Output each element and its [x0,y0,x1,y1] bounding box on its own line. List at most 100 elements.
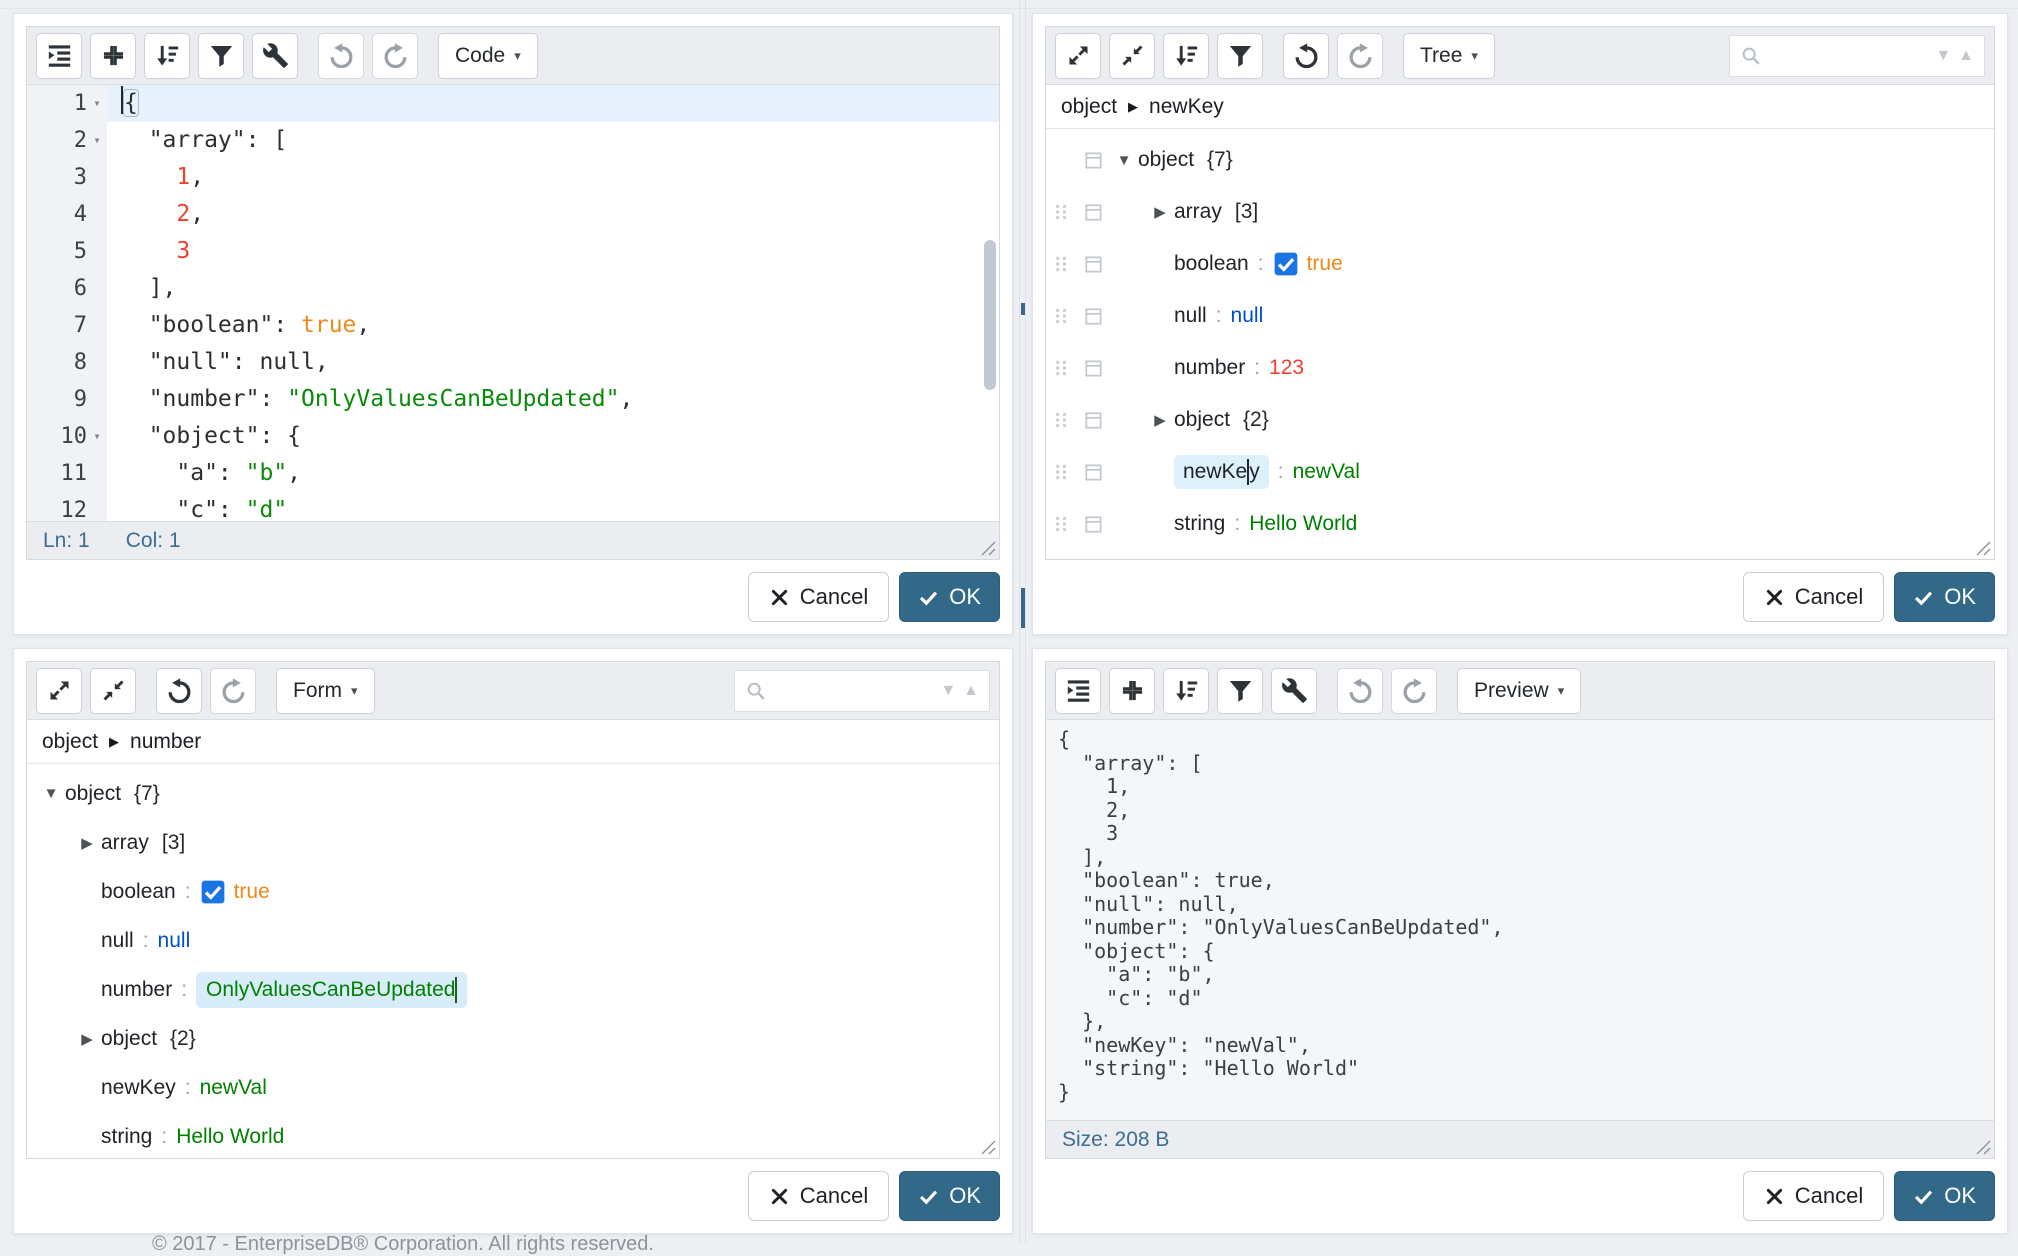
resize-handle-icon[interactable] [1976,1140,1991,1155]
field-label[interactable]: object [1174,408,1230,432]
field-label[interactable]: boolean [1174,252,1249,276]
filter-button[interactable] [198,33,244,79]
drag-handle-icon[interactable] [1046,513,1076,535]
field-label[interactable]: null [1174,304,1207,328]
breadcrumb-item[interactable]: newKey [1149,95,1224,119]
expander-icon[interactable]: ▶ [1146,203,1174,221]
row-menu-icon[interactable] [1076,357,1110,380]
field-label[interactable]: string [1174,512,1225,536]
cancel-button[interactable]: Cancel [1743,572,1884,622]
value[interactable]: 123 [1269,356,1304,380]
search-next-icon[interactable]: ▼ [940,682,956,700]
collapse-all-button[interactable] [1109,33,1155,79]
mode-dropdown[interactable]: Form▾ [276,668,375,714]
expander-icon[interactable]: ▶ [1146,411,1174,429]
expander-icon[interactable]: ▼ [37,785,65,802]
value-editing[interactable]: OnlyValuesCanBeUpdated [196,972,467,1008]
resize-handle-icon[interactable] [981,541,996,556]
value[interactable]: true [1307,252,1343,276]
value[interactable]: null [1231,304,1264,328]
collapse-all-button[interactable] [90,668,136,714]
expand-all-button[interactable] [1055,33,1101,79]
field-label[interactable]: object [101,1027,157,1051]
fold-arrow-icon[interactable]: ▾ [87,122,107,159]
redo-button[interactable] [1337,33,1383,79]
field-editing[interactable]: newKey [1174,455,1269,489]
boolean-checkbox[interactable] [200,879,226,905]
expander-icon[interactable]: ▶ [73,834,101,852]
value[interactable]: newVal [200,1076,267,1100]
value[interactable]: Hello World [176,1125,284,1149]
undo-button[interactable] [1337,668,1383,714]
ok-button[interactable]: OK [899,572,1000,622]
row-menu-icon[interactable] [1076,149,1110,172]
redo-button[interactable] [210,668,256,714]
row-menu-icon[interactable] [1076,513,1110,536]
redo-button[interactable] [372,33,418,79]
redo-button[interactable] [1391,668,1437,714]
expand-all-button[interactable] [36,668,82,714]
search-previous-icon[interactable]: ▲ [963,682,979,700]
undo-button[interactable] [1283,33,1329,79]
search-input[interactable] [1770,44,1927,67]
mode-dropdown[interactable]: Code▾ [438,33,538,79]
compact-button[interactable] [90,33,136,79]
field-label[interactable]: number [1174,356,1245,380]
expander-icon[interactable]: ▶ [73,1030,101,1048]
field-label[interactable]: object [1138,148,1194,172]
fold-arrow-icon[interactable]: ▾ [87,85,107,122]
boolean-checkbox[interactable] [1273,251,1299,277]
resize-handle-icon[interactable] [1976,541,1991,556]
field-label[interactable]: null [101,929,134,953]
field-label[interactable]: newKey [101,1076,176,1100]
search-input[interactable] [775,679,932,702]
value[interactable]: null [158,929,191,953]
value[interactable]: newVal [1293,460,1360,484]
undo-button[interactable] [318,33,364,79]
mode-dropdown[interactable]: Preview▾ [1457,668,1581,714]
expander-icon[interactable]: ▼ [1110,152,1138,169]
search-previous-icon[interactable]: ▲ [1958,47,1974,65]
scrollbar-thumb[interactable] [984,240,996,390]
filter-button[interactable] [1217,668,1263,714]
drag-handle-icon[interactable] [1046,305,1076,327]
sort-button[interactable] [144,33,190,79]
format-button[interactable] [1055,668,1101,714]
breadcrumb-item[interactable]: object [42,730,98,754]
field-label[interactable]: boolean [101,880,176,904]
sort-button[interactable] [1163,668,1209,714]
row-menu-icon[interactable] [1076,201,1110,224]
field-label[interactable]: array [101,831,149,855]
field-label[interactable]: array [1174,200,1222,224]
search-next-icon[interactable]: ▼ [1935,47,1951,65]
mode-dropdown[interactable]: Tree▾ [1403,33,1495,79]
cancel-button[interactable]: Cancel [748,572,889,622]
breadcrumb-item[interactable]: number [130,730,201,754]
filter-button[interactable] [1217,33,1263,79]
sort-button[interactable] [1163,33,1209,79]
compact-button[interactable] [1109,668,1155,714]
drag-handle-icon[interactable] [1046,461,1076,483]
code-area[interactable]: 1▾2▾345678910▾1112 { "array": [ 1, 2, 3 … [27,85,999,521]
field-label[interactable]: object [65,782,121,806]
row-menu-icon[interactable] [1076,461,1110,484]
code-lines[interactable]: { "array": [ 1, 2, 3 ], "boolean": true,… [107,85,999,521]
resize-handle-icon[interactable] [981,1140,996,1155]
field-label[interactable]: string [101,1125,152,1149]
ok-button[interactable]: OK [1894,1171,1995,1221]
repair-button[interactable] [1271,668,1317,714]
drag-handle-icon[interactable] [1046,253,1076,275]
fold-arrow-icon[interactable]: ▾ [87,418,107,455]
undo-button[interactable] [156,668,202,714]
field-label[interactable]: number [101,978,172,1002]
cancel-button[interactable]: Cancel [1743,1171,1884,1221]
drag-handle-icon[interactable] [1046,357,1076,379]
ok-button[interactable]: OK [899,1171,1000,1221]
row-menu-icon[interactable] [1076,305,1110,328]
drag-handle-icon[interactable] [1046,201,1076,223]
cancel-button[interactable]: Cancel [748,1171,889,1221]
row-menu-icon[interactable] [1076,253,1110,276]
drag-handle-icon[interactable] [1046,409,1076,431]
row-menu-icon[interactable] [1076,409,1110,432]
ok-button[interactable]: OK [1894,572,1995,622]
